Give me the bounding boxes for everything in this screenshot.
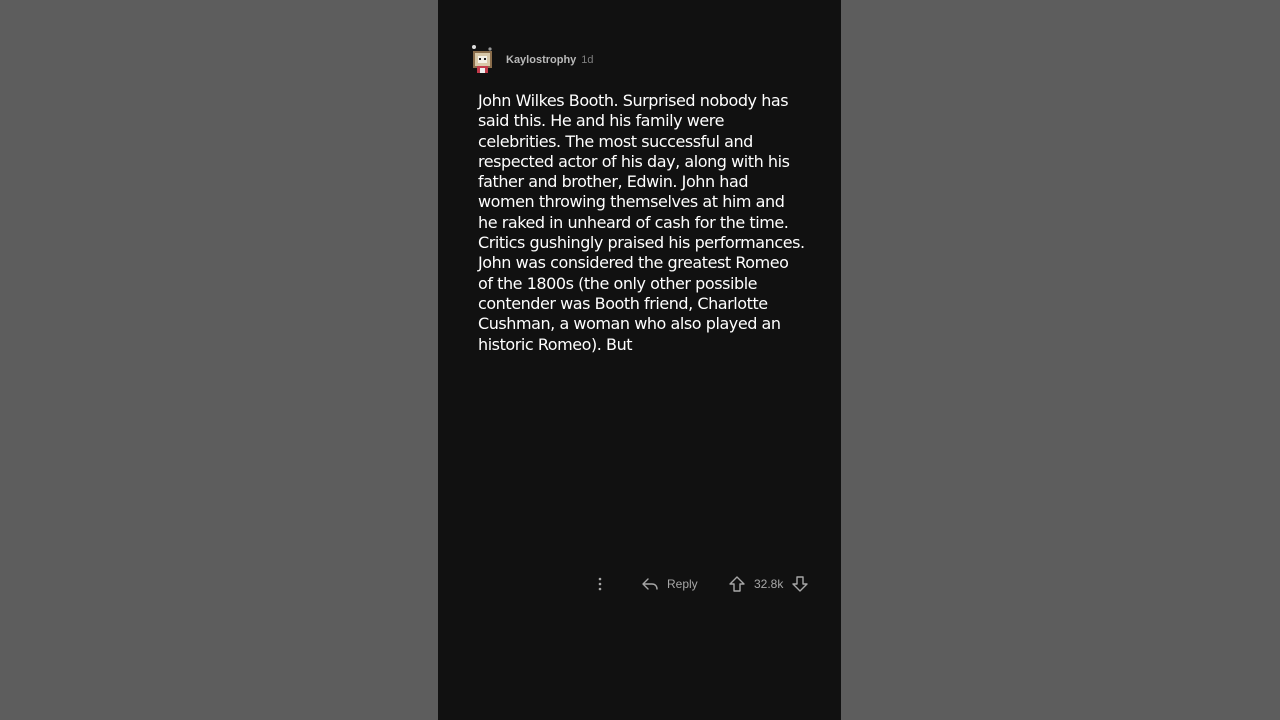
reply-button[interactable]: Reply [641, 572, 698, 596]
more-options-button[interactable] [592, 572, 608, 596]
comment-body: John Wilkes Booth. Surprised nobody has … [478, 91, 805, 354]
username[interactable]: Kaylostrophy [506, 54, 576, 66]
comment-panel: Kaylostrophy 1d John Wilkes Booth. Surpr… [438, 0, 841, 720]
left-background [0, 0, 438, 720]
comment-age: 1d [581, 54, 594, 66]
right-background [841, 0, 1280, 720]
more-vertical-icon [598, 577, 602, 591]
avatar-icon[interactable] [468, 44, 496, 76]
vote-controls: 32.8k [728, 572, 809, 596]
upvote-arrow-icon[interactable] [728, 575, 746, 593]
reply-arrow-icon [641, 576, 659, 592]
reply-label: Reply [667, 577, 698, 591]
comment-header: Kaylostrophy 1d [468, 44, 594, 76]
vote-score: 32.8k [754, 577, 784, 591]
downvote-arrow-icon[interactable] [791, 575, 809, 593]
